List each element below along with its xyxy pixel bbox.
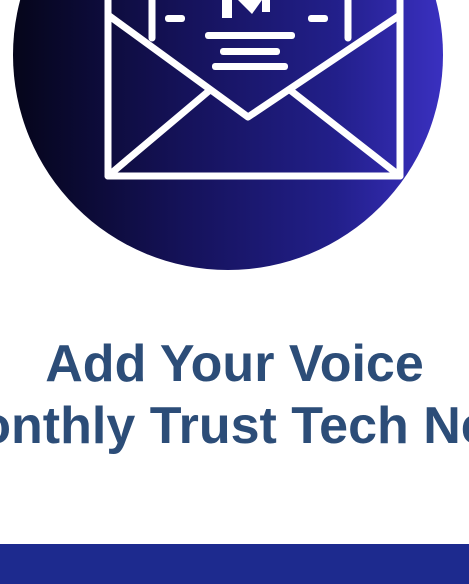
headline-line-2: onthly Trust Tech Ne [0,397,469,455]
headline-line-1: Add Your Voice [45,335,424,393]
headline: Add Your Voice onthly Trust Tech Ne [0,333,469,457]
bottom-bar [0,544,469,584]
mail-envelope-icon [104,0,404,180]
